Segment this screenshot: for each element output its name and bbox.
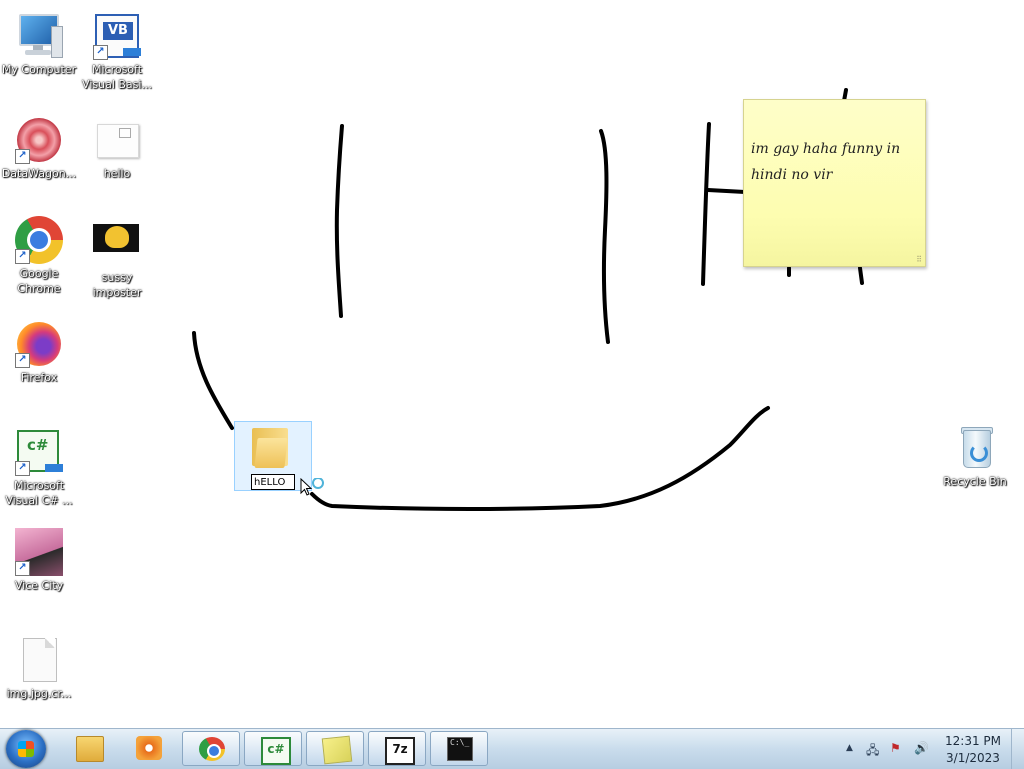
doodle-letter-h-bar (706, 188, 747, 194)
clock-time[interactable]: 12:31 PM (932, 734, 1014, 748)
desktop-icon-label: Google Chrome (17, 267, 61, 295)
shortcut-arrow-icon: ↗ (93, 45, 108, 60)
taskbar-button-chrome[interactable] (182, 731, 240, 766)
show-hidden-icons-icon[interactable]: ▲ (846, 743, 853, 753)
shortcut-arrow-icon: ↗ (15, 561, 30, 576)
doodle-right-eye (599, 129, 610, 344)
desktop-icon-hello[interactable]: hello (78, 116, 156, 181)
shortcut-arrow-icon: ↗ (15, 149, 30, 164)
doodle-left-eye (334, 124, 344, 318)
visual-basic-icon: VB ↗ (93, 12, 141, 60)
taskbar-button-7zip[interactable]: 7z (368, 731, 426, 766)
doodle-letter-h-right-bottom (858, 266, 864, 285)
taskbar-button-sticky-notes[interactable] (306, 731, 364, 766)
clock-date[interactable]: 3/1/2023 (932, 751, 1014, 765)
desktop-icon-label: hello (103, 167, 131, 180)
desktop-icon-label: My Computer (1, 63, 77, 76)
visual-csharp-icon: c# ↗ (15, 428, 63, 476)
taskbar-button-cmd[interactable]: C:\_ (430, 731, 488, 766)
shortcut-arrow-icon: ↗ (15, 249, 30, 264)
blank-file-icon (15, 636, 63, 684)
desktop-icon-vice-city[interactable]: ↗ Vice City (0, 528, 78, 593)
desktop-icon-firefox[interactable]: ↗ Firefox (0, 320, 78, 385)
7zip-icon: 7z (385, 737, 415, 765)
desktop-icon-recycle-bin[interactable]: Recycle Bin (936, 424, 1014, 489)
taskbar-button-media-player[interactable] (120, 731, 178, 766)
desktop-icon-label: Recycle Bin (943, 475, 1007, 488)
sticky-note-text[interactable]: im gay haha funny in hindi no vir (751, 136, 919, 188)
folder-icon-front (254, 438, 288, 468)
image-file-icon (93, 220, 141, 268)
vice-city-icon: ↗ (15, 528, 63, 576)
network-icon[interactable]: 🖧 (866, 741, 879, 762)
mouse-cursor-busy-icon (300, 478, 324, 496)
desktop-icon-sussy-imposter[interactable]: sussy imposter (78, 220, 156, 300)
start-button[interactable] (6, 730, 46, 768)
chrome-icon: ↗ (15, 216, 63, 264)
shortcut-arrow-icon: ↗ (15, 461, 30, 476)
taskbar: c# 7z C:\_ ▲ 🖧 ⚑ 🔊 12:31 PM 3/1/2023 (0, 728, 1024, 769)
desktop[interactable]: My Computer ↗ DataWagon... ↗ Google Chro… (0, 0, 1024, 728)
command-prompt-icon: C:\_ (447, 737, 473, 761)
windows-explorer-icon (76, 736, 104, 762)
action-center-icon[interactable]: ⚑ (890, 741, 901, 755)
desktop-icon-label: Firefox (20, 371, 58, 384)
desktop-icon-label: Microsoft Visual Basi... (82, 63, 152, 91)
show-desktop-button[interactable] (1011, 729, 1024, 769)
recycle-bin-icon (951, 424, 999, 472)
desktop-icon-label: sussy imposter (92, 271, 142, 299)
chrome-icon (199, 737, 225, 761)
sticky-notes-icon (321, 735, 353, 765)
desktop-icon-visual-csharp[interactable]: c# ↗ Microsoft Visual C# ... (0, 428, 78, 508)
desktop-icon-label: Microsoft Visual C# ... (5, 479, 73, 507)
doodle-letter-h-left (701, 122, 711, 286)
desktop-icon-label: img.jpg.cr... (6, 687, 72, 700)
desktop-icon-my-computer[interactable]: My Computer (0, 12, 78, 77)
visual-csharp-icon: c# (261, 737, 291, 765)
desktop-icon-label: DataWagon... (1, 167, 77, 180)
resize-grip-icon[interactable]: ⠿ (916, 255, 922, 264)
windows-logo-icon (18, 741, 34, 757)
shortcut-arrow-icon: ↗ (15, 353, 30, 368)
media-player-icon (136, 736, 162, 760)
desktop-icon-visual-basic[interactable]: VB ↗ Microsoft Visual Basi... (78, 12, 156, 92)
desktop-icon-imgjpg[interactable]: img.jpg.cr... (0, 636, 78, 701)
desktop-icon-label: Vice City (14, 579, 64, 592)
computer-icon (15, 12, 63, 60)
image-file-icon (93, 116, 141, 164)
desktop-icon-datawagon[interactable]: ↗ DataWagon... (0, 116, 78, 181)
taskbar-button-visual-csharp[interactable]: c# (244, 731, 302, 766)
desktop-icon-google-chrome[interactable]: ↗ Google Chrome (0, 216, 78, 296)
firefox-icon: ↗ (15, 320, 63, 368)
taskbar-button-explorer[interactable] (60, 731, 118, 766)
datawagon-icon: ↗ (15, 116, 63, 164)
speaker-icon[interactable]: 🔊 (914, 741, 929, 755)
sticky-note[interactable]: im gay haha funny in hindi no vir ⠿ (743, 99, 926, 267)
rename-input[interactable] (251, 474, 295, 490)
